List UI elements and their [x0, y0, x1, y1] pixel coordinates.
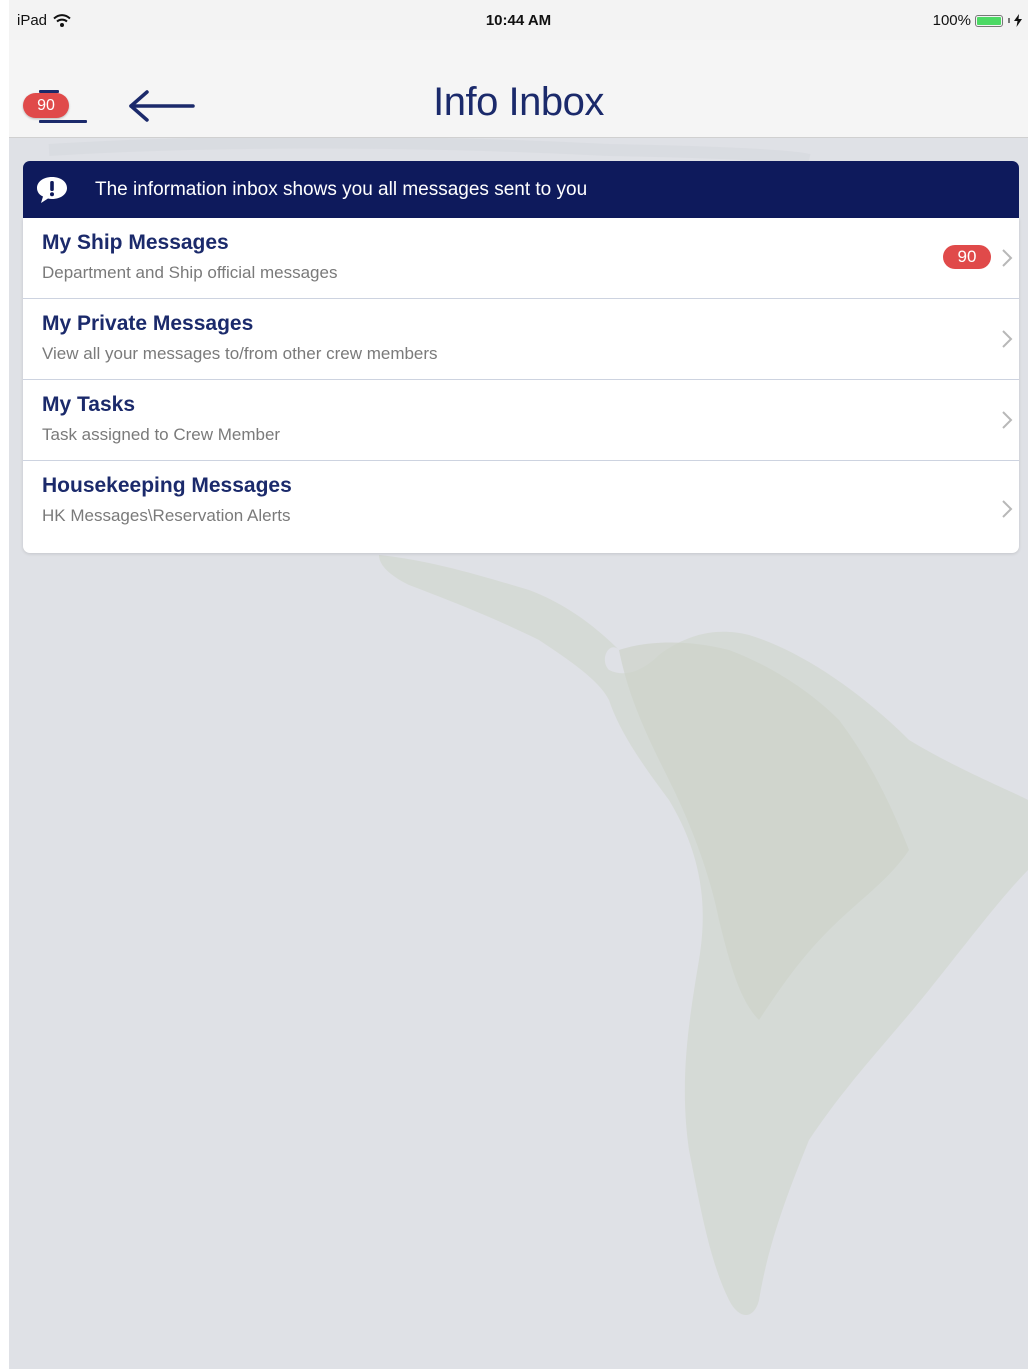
list-item-title: Housekeeping Messages [42, 474, 292, 497]
chevron-right-icon [1002, 330, 1013, 348]
chevron-right-icon [1002, 249, 1013, 267]
list-item-title: My Private Messages [42, 312, 254, 335]
list-item-housekeeping-messages[interactable]: Housekeeping Messages HK Messages\Reserv… [23, 461, 1019, 553]
navigation-bar: 90 Info Inbox [9, 40, 1028, 138]
list-item-my-private-messages[interactable]: My Private Messages View all your messag… [23, 299, 1019, 380]
list-item-subtitle: HK Messages\Reservation Alerts [42, 506, 291, 525]
battery-icon [975, 14, 1003, 27]
list-item-subtitle: Task assigned to Crew Member [42, 425, 281, 444]
battery-percent: 100% [932, 12, 971, 29]
message-category-list: My Ship Messages Department and Ship off… [23, 218, 1019, 553]
page-title: Info Inbox [433, 80, 604, 124]
alert-speech-bubble-icon [37, 177, 67, 203]
status-bar: iPad 10:44 AM 100% [9, 0, 1028, 40]
list-item-title: My Ship Messages [42, 231, 229, 254]
app-screen: iPad 10:44 AM 100% 90 Info Inbox The inf… [9, 0, 1028, 1369]
chevron-right-icon [1002, 411, 1013, 429]
unread-count-badge: 90 [943, 245, 991, 269]
status-time: 10:44 AM [485, 12, 552, 29]
chevron-right-icon [1002, 500, 1013, 518]
list-item-title: My Tasks [42, 393, 135, 416]
banner-text: The information inbox shows you all mess… [95, 179, 588, 200]
list-item-my-ship-messages[interactable]: My Ship Messages Department and Ship off… [23, 218, 1019, 299]
list-item-subtitle: View all your messages to/from other cre… [42, 344, 438, 363]
info-banner: The information inbox shows you all mess… [23, 161, 1019, 218]
charging-icon [1014, 14, 1022, 27]
list-item-my-tasks[interactable]: My Tasks Task assigned to Crew Member [23, 380, 1019, 461]
list-item-subtitle: Department and Ship official messages [42, 263, 338, 282]
